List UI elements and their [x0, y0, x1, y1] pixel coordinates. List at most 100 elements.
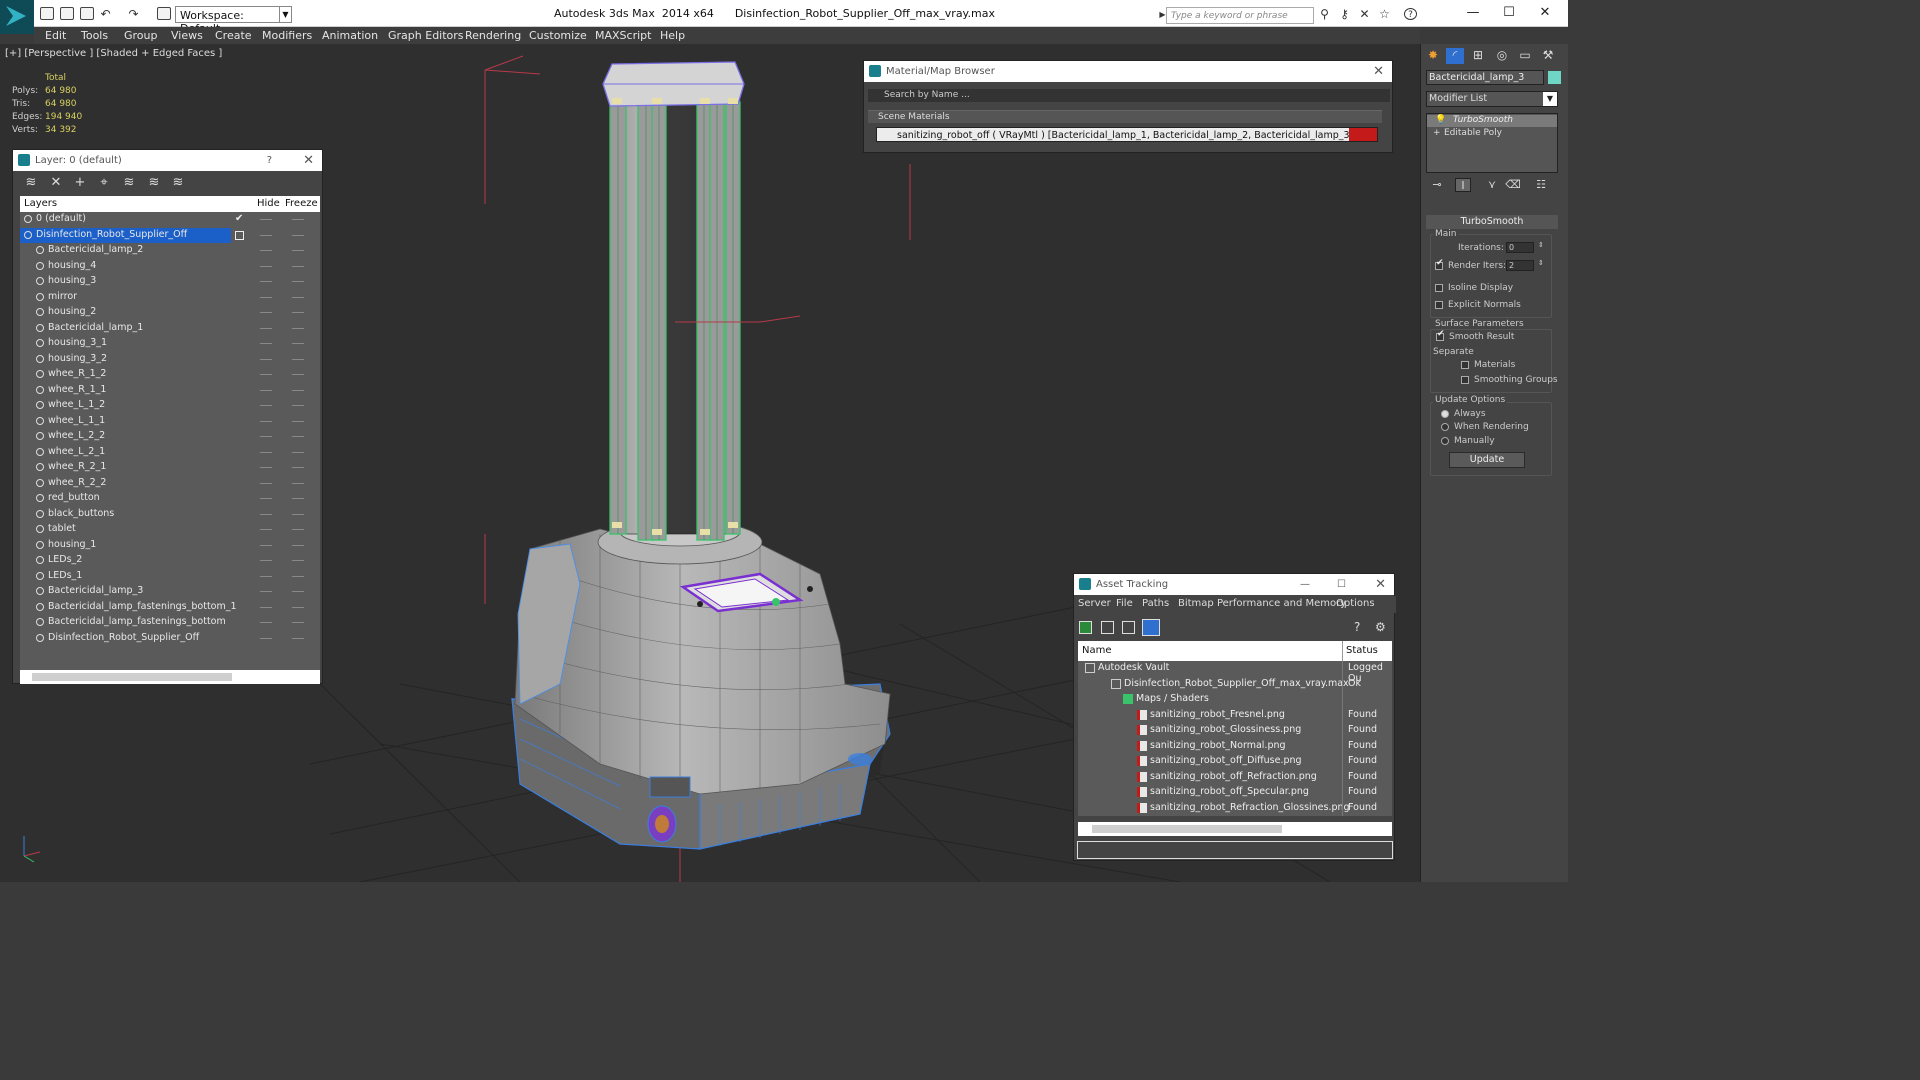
- hide-toggle[interactable]: [260, 327, 272, 329]
- layer-row[interactable]: whee_R_1_1: [20, 383, 320, 399]
- close-icon[interactable]: ✕: [1373, 61, 1384, 82]
- hide-toggle[interactable]: [260, 250, 272, 251]
- hide-toggle[interactable]: [260, 575, 272, 577]
- freeze-toggle[interactable]: [292, 529, 304, 530]
- smoothing-groups-checkbox[interactable]: [1461, 376, 1469, 384]
- layer-row[interactable]: whee_R_2_1: [20, 460, 320, 476]
- menu-modifiers[interactable]: Modifiers: [262, 29, 312, 42]
- layer-row[interactable]: housing_2: [20, 305, 320, 321]
- freeze-toggle[interactable]: [292, 451, 304, 453]
- asset-row[interactable]: sanitizing_robot_Normal.png Found: [1078, 738, 1392, 754]
- freeze-toggle[interactable]: [292, 560, 304, 561]
- layer-row[interactable]: whee_L_2_1: [20, 445, 320, 461]
- layer-horizontal-scrollbar[interactable]: [20, 670, 320, 684]
- remove-modifier-icon[interactable]: ⌫: [1505, 178, 1521, 192]
- close-icon[interactable]: ✕: [1375, 574, 1386, 595]
- always-radio[interactable]: [1441, 410, 1449, 418]
- hide-toggle[interactable]: [260, 374, 272, 375]
- modify-tab-icon[interactable]: ◜: [1446, 48, 1464, 64]
- freeze-toggle[interactable]: [292, 405, 304, 406]
- search-input[interactable]: Type a keyword or phrase: [1166, 7, 1314, 24]
- col-freeze[interactable]: Freeze: [285, 198, 318, 209]
- freeze-toggle[interactable]: [292, 281, 304, 282]
- asset-row[interactable]: sanitizing_robot_Refraction_Glossines.pn…: [1078, 800, 1392, 816]
- minimize-icon[interactable]: —: [1463, 5, 1483, 21]
- col-hide[interactable]: Hide: [257, 198, 280, 209]
- current-layer-check-icon[interactable]: ✔: [235, 213, 243, 224]
- asset-row[interactable]: sanitizing_robot_off_Diffuse.png Found: [1078, 754, 1392, 770]
- add-to-layer-icon[interactable]: +: [73, 176, 87, 190]
- menu-edit[interactable]: Edit: [45, 29, 66, 42]
- highlight-layer-icon[interactable]: ≋: [122, 176, 136, 190]
- hide-toggle[interactable]: [260, 544, 272, 546]
- expand-plus-icon[interactable]: +: [1433, 128, 1441, 138]
- menu-create[interactable]: Create: [215, 29, 252, 42]
- motion-tab-icon[interactable]: ◎: [1493, 48, 1511, 64]
- freeze-toggle[interactable]: [292, 513, 304, 515]
- iterations-spinner[interactable]: 0: [1506, 242, 1534, 253]
- asset-horizontal-scrollbar[interactable]: [1078, 822, 1392, 836]
- asset-menu-file[interactable]: File: [1116, 598, 1133, 609]
- set-current-layer-box[interactable]: [235, 230, 244, 240]
- scene-materials-section[interactable]: Scene Materials: [868, 110, 1382, 123]
- material-item[interactable]: sanitizing_robot_off ( VRayMtl ) [Bacter…: [876, 127, 1378, 142]
- freeze-toggle[interactable]: [292, 544, 304, 546]
- menu-animation[interactable]: Animation: [322, 29, 378, 42]
- thumbnail-view-icon[interactable]: [1122, 621, 1135, 634]
- asset-menu-server[interactable]: Server: [1078, 598, 1111, 609]
- hide-toggle[interactable]: [260, 637, 272, 639]
- layer-row[interactable]: Bactericidal_lamp_3: [20, 584, 320, 600]
- hide-toggle[interactable]: [260, 498, 272, 499]
- freeze-toggle[interactable]: [292, 591, 304, 592]
- asset-tracking-titlebar[interactable]: Asset Tracking — ☐ ✕: [1074, 574, 1394, 595]
- hide-toggle[interactable]: [260, 265, 272, 267]
- configure-sets-icon[interactable]: ☷: [1533, 178, 1549, 192]
- hide-toggle[interactable]: [260, 219, 272, 220]
- turbosmooth-rollout-header[interactable]: TurboSmooth: [1426, 215, 1558, 229]
- layer-row[interactable]: Bactericidal_lamp_fastenings_bottom_1: [20, 600, 320, 616]
- menu-views[interactable]: Views: [171, 29, 203, 42]
- hide-toggle[interactable]: [260, 420, 272, 422]
- layer-row[interactable]: whee_L_2_2: [20, 429, 320, 445]
- lightbulb-icon[interactable]: 💡: [1435, 115, 1446, 125]
- layer-row[interactable]: 0 (default) ✔: [20, 212, 320, 228]
- asset-menu-bitmap[interactable]: Bitmap Performance and Memory: [1178, 598, 1346, 609]
- binoculars-icon[interactable]: ⚲: [1318, 8, 1331, 20]
- show-end-result-icon[interactable]: I: [1455, 178, 1471, 192]
- menu-graph-editors[interactable]: Graph Editors: [388, 29, 464, 42]
- make-unique-icon[interactable]: ⋎: [1484, 178, 1500, 192]
- freeze-toggle[interactable]: [292, 296, 304, 298]
- hide-toggle[interactable]: [260, 622, 272, 623]
- col-name[interactable]: Name: [1082, 645, 1112, 656]
- hide-toggle[interactable]: [260, 451, 272, 453]
- hide-toggle[interactable]: [260, 436, 272, 437]
- help-icon[interactable]: ?: [1404, 8, 1417, 20]
- freeze-toggle[interactable]: [292, 343, 304, 344]
- freeze-toggle[interactable]: [292, 374, 304, 375]
- delete-layer-icon[interactable]: ✕: [49, 176, 63, 190]
- layer-row[interactable]: whee_R_2_2: [20, 476, 320, 492]
- explicit-normals-checkbox[interactable]: [1435, 301, 1443, 309]
- hide-toggle[interactable]: [260, 482, 272, 484]
- workspace-dropdown[interactable]: Workspace: Default▼: [175, 6, 292, 35]
- col-status[interactable]: Status: [1346, 645, 1378, 656]
- asset-row[interactable]: Maps / Shaders: [1078, 692, 1392, 708]
- redo-icon[interactable]: ↷: [127, 8, 140, 20]
- favorites-star-icon[interactable]: ☆: [1378, 8, 1391, 20]
- layer-row[interactable]: housing_3: [20, 274, 320, 290]
- layer-row[interactable]: Bactericidal_lamp_1: [20, 321, 320, 337]
- hide-toggle[interactable]: [260, 281, 272, 282]
- spinner-arrows-icon[interactable]: ⇕: [1538, 259, 1544, 267]
- hide-toggle[interactable]: [260, 529, 272, 530]
- modifier-list-dropdown[interactable]: Modifier List ▼: [1426, 91, 1558, 107]
- col-layers[interactable]: Layers: [24, 198, 57, 209]
- menu-customize[interactable]: Customize: [529, 29, 587, 42]
- menu-maxscript[interactable]: MAXScript: [595, 29, 651, 42]
- freeze-toggle[interactable]: [292, 467, 304, 468]
- pin-stack-icon[interactable]: ⊸: [1429, 178, 1445, 192]
- layer-row[interactable]: housing_3_1: [20, 336, 320, 352]
- freeze-toggle[interactable]: [292, 436, 304, 437]
- layer-row[interactable]: LEDs_2: [20, 553, 320, 569]
- asset-row[interactable]: Autodesk Vault Logged Ou: [1078, 661, 1392, 684]
- freeze-toggle[interactable]: [292, 575, 304, 577]
